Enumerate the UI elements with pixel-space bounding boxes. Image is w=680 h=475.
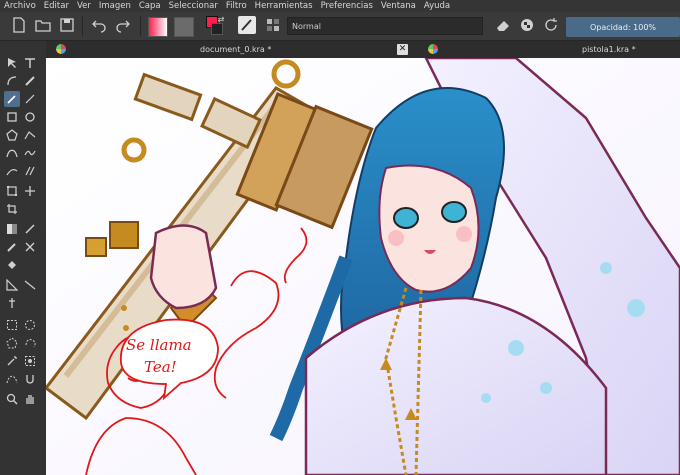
toolbox: [0, 41, 46, 475]
background-color-swatch[interactable]: [211, 23, 223, 35]
menu-bar: Archivo Editar Ver Imagen Capa Seleccion…: [0, 0, 680, 12]
main-toolbar: ⇄ Normal Opacidad: 100%: [0, 12, 680, 41]
smart-patch-icon[interactable]: [22, 239, 38, 255]
tab-document-0[interactable]: document_0.kra *: [200, 41, 271, 58]
bezier-tool-icon[interactable]: [4, 145, 20, 161]
crop-tool-icon[interactable]: [4, 201, 20, 217]
blend-mode-select[interactable]: Normal: [287, 17, 483, 35]
reload-preset-icon[interactable]: [542, 16, 560, 34]
calligraphy-icon[interactable]: [22, 73, 38, 89]
menu-imagen[interactable]: Imagen: [95, 1, 135, 11]
text-tool-icon[interactable]: [22, 55, 38, 71]
redo-icon[interactable]: [114, 16, 132, 34]
eraser-mode-icon[interactable]: [494, 16, 512, 34]
polygon-tool-icon[interactable]: [4, 127, 20, 143]
freehand-path-icon[interactable]: [22, 145, 38, 161]
gradient-preset-swatch[interactable]: [148, 17, 168, 37]
tab-pistola1-label: pistola1.kra *: [582, 45, 636, 54]
artwork: Se llama Tea!: [46, 58, 680, 475]
rectangle-tool-icon[interactable]: [4, 109, 20, 125]
bezier-select-icon[interactable]: [4, 371, 20, 387]
menu-archivo[interactable]: Archivo: [0, 1, 40, 11]
pattern-preset-swatch[interactable]: [174, 17, 194, 37]
blend-mode-value: Normal: [292, 21, 321, 31]
contiguous-select-icon[interactable]: [4, 353, 20, 369]
undo-icon[interactable]: [90, 16, 108, 34]
close-tab-icon[interactable]: ✕: [397, 44, 408, 55]
speech-text-line1: Se llama: [126, 336, 192, 354]
krita-doc-icon-2: [428, 44, 438, 54]
ellipse-tool-icon[interactable]: [22, 109, 38, 125]
opacity-slider[interactable]: Opacidad: 100%: [566, 17, 680, 37]
rect-select-icon[interactable]: [4, 317, 20, 333]
preserve-alpha-icon[interactable]: [518, 16, 536, 34]
magnetic-select-icon[interactable]: [22, 371, 38, 387]
edit-shapes-icon[interactable]: [4, 73, 20, 89]
measure-tool-icon[interactable]: [22, 277, 38, 293]
brush-settings-icon[interactable]: [264, 16, 282, 34]
speech-text-line2: Tea!: [144, 358, 177, 376]
pan-tool-icon[interactable]: [22, 391, 38, 407]
menu-preferencias[interactable]: Preferencias: [317, 1, 377, 11]
assistant-tool-icon[interactable]: [4, 277, 20, 293]
colorize-mask-icon[interactable]: [4, 239, 20, 255]
tab-document-0-label: document_0.kra *: [200, 45, 272, 54]
ellipse-select-icon[interactable]: [22, 317, 38, 333]
dynamic-brush-icon[interactable]: [4, 163, 20, 179]
menu-herramientas[interactable]: Herramientas: [251, 1, 317, 11]
save-icon[interactable]: [58, 16, 76, 34]
polyline-tool-icon[interactable]: [22, 127, 38, 143]
color-picker-icon[interactable]: [22, 221, 38, 237]
gradient-tool-icon[interactable]: [4, 221, 20, 237]
menu-ayuda[interactable]: Ayuda: [420, 1, 454, 11]
zoom-tool-icon[interactable]: [4, 391, 20, 407]
move-tool-icon[interactable]: [22, 183, 38, 199]
similar-select-icon[interactable]: [22, 353, 38, 369]
menu-editar[interactable]: Editar: [40, 1, 73, 11]
krita-doc-icon: [56, 44, 66, 54]
freehand-select-icon[interactable]: [22, 335, 38, 351]
menu-seleccionar[interactable]: Seleccionar: [165, 1, 222, 11]
opacity-label: Opacidad: 100%: [589, 22, 657, 32]
fill-tool-icon[interactable]: [4, 257, 20, 273]
open-folder-icon[interactable]: [34, 16, 52, 34]
menu-capa[interactable]: Capa: [135, 1, 165, 11]
transform-tool-icon[interactable]: [4, 183, 20, 199]
tab-pistola1[interactable]: pistola1.kra *: [582, 41, 636, 58]
menu-filtro[interactable]: Filtro: [222, 1, 251, 11]
hand: [149, 224, 218, 310]
reference-images-icon[interactable]: [4, 295, 20, 311]
drawing-canvas[interactable]: Se llama Tea!: [46, 58, 680, 475]
menu-ver[interactable]: Ver: [73, 1, 95, 11]
freehand-brush-icon[interactable]: [4, 91, 20, 107]
line-tool-icon[interactable]: [22, 91, 38, 107]
new-document-icon[interactable]: [10, 16, 28, 34]
menu-ventana[interactable]: Ventana: [377, 1, 420, 11]
brush-preset-icon[interactable]: [238, 16, 256, 34]
polygon-select-icon[interactable]: [4, 335, 20, 351]
select-shapes-icon[interactable]: [4, 55, 20, 71]
swap-colors-icon[interactable]: ⇄: [216, 14, 226, 24]
multibrush-icon[interactable]: [22, 163, 38, 179]
document-tabs: document_0.kra * ✕ pistola1.kra *: [46, 41, 680, 58]
